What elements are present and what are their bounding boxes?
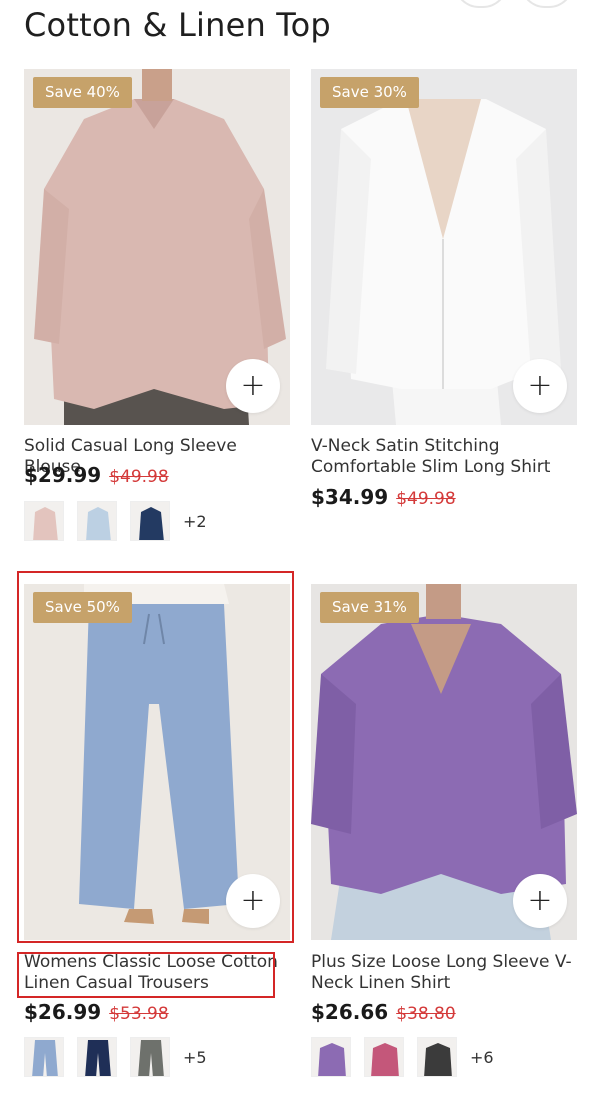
gray-swatch-image [131, 1038, 169, 1076]
product-name[interactable]: V-Neck Satin Stitching Comfortable Slim … [311, 436, 577, 478]
more-colors-count[interactable]: +2 [183, 512, 207, 531]
color-swatch[interactable] [364, 1037, 404, 1077]
price-row: $26.66 $38.80 [311, 1000, 456, 1024]
pink-swatch-image [25, 502, 63, 540]
more-colors-count[interactable]: +5 [183, 1048, 207, 1067]
price-row: $26.99 $53.98 [24, 1000, 169, 1024]
product-price: $26.66 [311, 1000, 389, 1024]
purple-swatch-image [312, 1038, 350, 1076]
top-icon-button[interactable] [454, 0, 508, 8]
product-price: $34.99 [311, 485, 389, 509]
color-swatch[interactable] [311, 1037, 351, 1077]
discount-badge: Save 30% [320, 77, 419, 108]
black-swatch-image [418, 1038, 456, 1076]
original-price: $38.80 [396, 1004, 456, 1024]
navy-swatch-image [78, 1038, 116, 1076]
color-swatches: +6 [311, 1037, 494, 1077]
color-swatch[interactable] [417, 1037, 457, 1077]
discount-badge: Save 31% [320, 592, 419, 623]
product-card[interactable]: Save 31% + Plus Size Loose Long Sleeve V… [311, 584, 577, 1084]
product-card[interactable]: Save 30% + V-Neck Satin Stitching Comfor… [311, 69, 577, 549]
add-to-cart-button[interactable]: + [226, 874, 280, 928]
original-price: $49.98 [109, 467, 169, 487]
product-card[interactable]: Save 50% + Womens Classic Loose Cotton L… [24, 584, 290, 1084]
plus-icon: + [240, 368, 266, 403]
product-price: $29.99 [24, 463, 102, 487]
top-icon-button[interactable] [520, 0, 574, 8]
color-swatch[interactable] [77, 501, 117, 541]
original-price: $53.98 [109, 1004, 169, 1024]
discount-badge: Save 50% [33, 592, 132, 623]
color-swatch[interactable] [130, 1037, 170, 1077]
rose-swatch-image [365, 1038, 403, 1076]
more-colors-count[interactable]: +6 [470, 1048, 494, 1067]
blue-swatch-image [78, 502, 116, 540]
discount-badge: Save 40% [33, 77, 132, 108]
add-to-cart-button[interactable]: + [513, 874, 567, 928]
plus-icon: + [527, 368, 553, 403]
product-name[interactable]: Womens Classic Loose Cotton Linen Casual… [24, 952, 290, 994]
price-row: $34.99 $49.98 [311, 485, 456, 509]
color-swatch[interactable] [77, 1037, 117, 1077]
product-name[interactable]: Plus Size Loose Long Sleeve V-Neck Linen… [311, 952, 577, 994]
plus-icon: + [527, 883, 553, 918]
original-price: $49.98 [396, 489, 456, 509]
color-swatch[interactable] [24, 1037, 64, 1077]
color-swatch[interactable] [130, 501, 170, 541]
product-price: $26.99 [24, 1000, 102, 1024]
color-swatch[interactable] [24, 501, 64, 541]
color-swatches: +5 [24, 1037, 207, 1077]
plus-icon: + [240, 883, 266, 918]
add-to-cart-button[interactable]: + [513, 359, 567, 413]
light-blue-swatch-image [25, 1038, 63, 1076]
page-title: Cotton & Linen Top [24, 6, 331, 44]
product-card[interactable]: Save 40% + Solid Casual Long Sleeve Blou… [24, 69, 290, 549]
navy-swatch-image [131, 502, 169, 540]
color-swatches: +2 [24, 501, 207, 541]
price-row: $29.99 $49.98 [24, 463, 169, 487]
add-to-cart-button[interactable]: + [226, 359, 280, 413]
